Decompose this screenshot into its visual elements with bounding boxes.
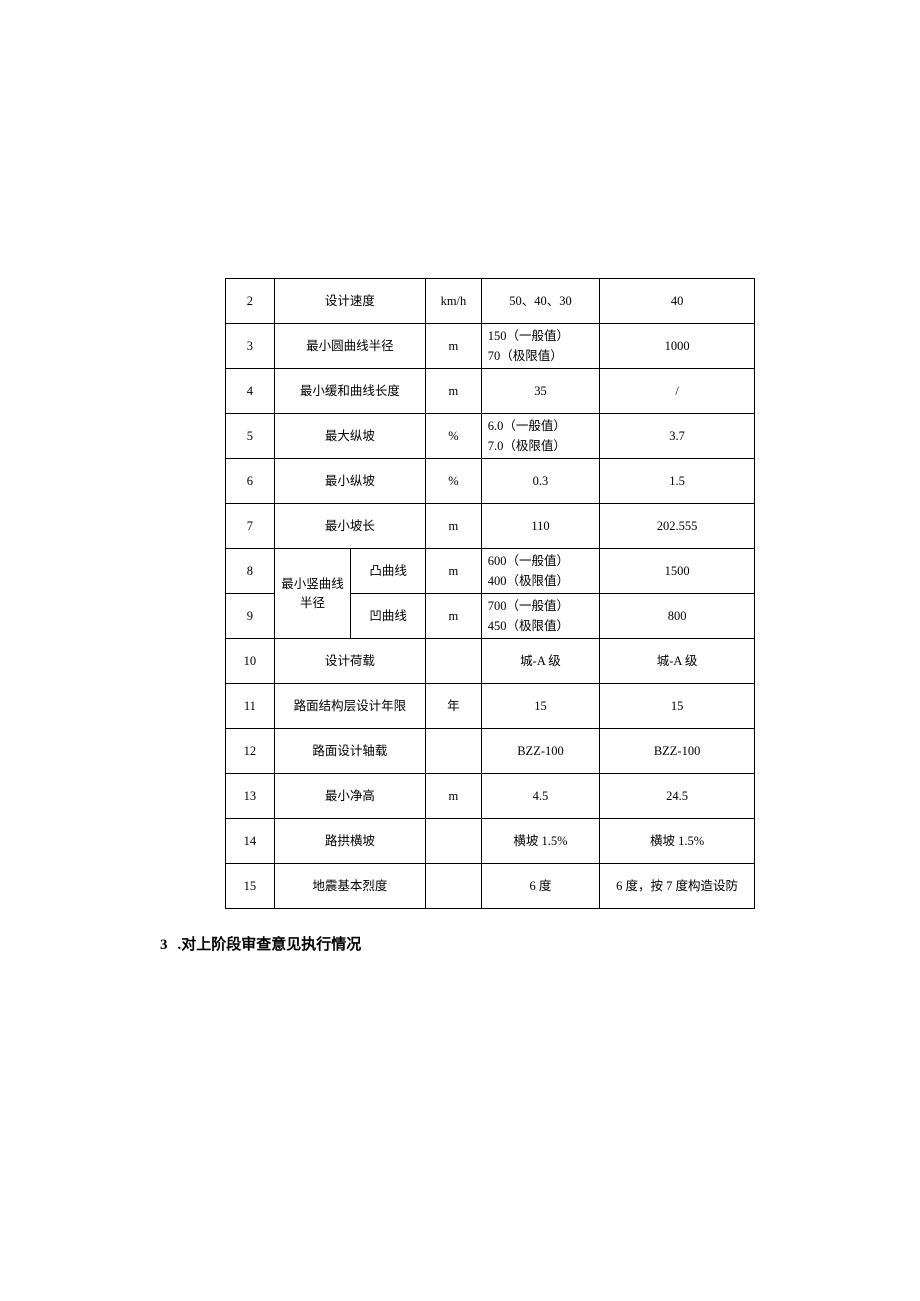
spec-line: 7.0（极限值） [488, 436, 595, 456]
merged-line: 最小竖曲线 [279, 575, 347, 594]
table-row: 5 最大纵坡 % 6.0（一般值） 7.0（极限值） 3.7 [226, 414, 755, 459]
row-unit [426, 819, 482, 864]
table-row: 3 最小圆曲线半径 m 150（一般值） 70（极限值） 1000 [226, 324, 755, 369]
table-row: 6 最小纵坡 % 0.3 1.5 [226, 459, 755, 504]
row-value: 1500 [600, 549, 755, 594]
row-unit: km/h [426, 279, 482, 324]
row-name: 最小纵坡 [274, 459, 425, 504]
row-number: 2 [226, 279, 275, 324]
spec-line: 150（一般值） [488, 326, 595, 346]
heading-number: 3 [160, 937, 168, 954]
spec-line: 600（一般值） [488, 551, 595, 571]
spec-table: 2 设计速度 km/h 50、40、30 40 3 最小圆曲线半径 m 150（… [225, 278, 755, 909]
row-number: 8 [226, 549, 275, 594]
row-value: 40 [600, 279, 755, 324]
row-name: 地震基本烈度 [274, 864, 425, 909]
table-row: 15 地震基本烈度 6 度 6 度，按 7 度构造设防 [226, 864, 755, 909]
row-spec: 50、40、30 [481, 279, 599, 324]
row-unit [426, 639, 482, 684]
heading-text: .对上阶段审查意见执行情况 [178, 937, 362, 953]
row-number: 12 [226, 729, 275, 774]
row-spec: 6 度 [481, 864, 599, 909]
row-name: 最大纵坡 [274, 414, 425, 459]
row-spec: 6.0（一般值） 7.0（极限值） [481, 414, 599, 459]
row-name: 设计荷载 [274, 639, 425, 684]
row-number: 11 [226, 684, 275, 729]
row-number: 5 [226, 414, 275, 459]
row-number: 14 [226, 819, 275, 864]
row-name: 设计速度 [274, 279, 425, 324]
row-name: 最小圆曲线半径 [274, 324, 425, 369]
row-number: 15 [226, 864, 275, 909]
table-row: 13 最小净高 m 4.5 24.5 [226, 774, 755, 819]
row-unit: m [426, 774, 482, 819]
row-name: 最小缓和曲线长度 [274, 369, 425, 414]
row-name: 路拱横坡 [274, 819, 425, 864]
row-value: 城-A 级 [600, 639, 755, 684]
row-spec: 城-A 级 [481, 639, 599, 684]
spec-line: 6.0（一般值） [488, 416, 595, 436]
row-spec: 110 [481, 504, 599, 549]
row-value: 3.7 [600, 414, 755, 459]
row-number: 10 [226, 639, 275, 684]
row-name: 路面设计轴载 [274, 729, 425, 774]
row-spec: 0.3 [481, 459, 599, 504]
spec-line: 70（极限值） [488, 346, 595, 366]
row-number: 3 [226, 324, 275, 369]
row-spec: 150（一般值） 70（极限值） [481, 324, 599, 369]
row-unit: m [426, 324, 482, 369]
row-number: 4 [226, 369, 275, 414]
row-unit: 年 [426, 684, 482, 729]
section-heading: 3 .对上阶段审查意见执行情况 [160, 933, 760, 954]
table-row: 11 路面结构层设计年限 年 15 15 [226, 684, 755, 729]
row-spec: 600（一般值） 400（极限值） [481, 549, 599, 594]
row-value: 1000 [600, 324, 755, 369]
row-unit [426, 864, 482, 909]
row-number: 7 [226, 504, 275, 549]
row-unit: m [426, 594, 482, 639]
row-name: 最小净高 [274, 774, 425, 819]
row-spec: 700（一般值） 450（极限值） [481, 594, 599, 639]
row-number: 13 [226, 774, 275, 819]
row-unit: % [426, 459, 482, 504]
row-name: 最小坡长 [274, 504, 425, 549]
row-subname: 凸曲线 [351, 549, 426, 594]
merged-line: 半径 [279, 594, 347, 613]
spec-line: 400（极限值） [488, 571, 595, 591]
row-value: BZZ-100 [600, 729, 755, 774]
table-row: 8 最小竖曲线 半径 凸曲线 m 600（一般值） 400（极限值） 1500 [226, 549, 755, 594]
row-unit: m [426, 549, 482, 594]
row-unit: % [426, 414, 482, 459]
table-row: 14 路拱横坡 横坡 1.5% 横坡 1.5% [226, 819, 755, 864]
row-value: 800 [600, 594, 755, 639]
row-name: 路面结构层设计年限 [274, 684, 425, 729]
row-spec: 35 [481, 369, 599, 414]
row-value: / [600, 369, 755, 414]
table-row: 10 设计荷载 城-A 级 城-A 级 [226, 639, 755, 684]
row-value: 横坡 1.5% [600, 819, 755, 864]
row-spec: 15 [481, 684, 599, 729]
row-name-merged: 最小竖曲线 半径 [274, 549, 351, 639]
spec-line: 700（一般值） [488, 596, 595, 616]
document-page: 2 设计速度 km/h 50、40、30 40 3 最小圆曲线半径 m 150（… [0, 0, 920, 1301]
row-value: 24.5 [600, 774, 755, 819]
table-row: 2 设计速度 km/h 50、40、30 40 [226, 279, 755, 324]
row-value: 6 度，按 7 度构造设防 [600, 864, 755, 909]
row-spec: BZZ-100 [481, 729, 599, 774]
row-unit: m [426, 369, 482, 414]
table-row: 12 路面设计轴载 BZZ-100 BZZ-100 [226, 729, 755, 774]
row-spec: 横坡 1.5% [481, 819, 599, 864]
row-unit [426, 729, 482, 774]
row-number: 6 [226, 459, 275, 504]
spec-line: 450（极限值） [488, 616, 595, 636]
row-spec: 4.5 [481, 774, 599, 819]
row-number: 9 [226, 594, 275, 639]
row-value: 15 [600, 684, 755, 729]
row-value: 202.555 [600, 504, 755, 549]
row-unit: m [426, 504, 482, 549]
row-subname: 凹曲线 [351, 594, 426, 639]
table-row: 7 最小坡长 m 110 202.555 [226, 504, 755, 549]
table-row: 4 最小缓和曲线长度 m 35 / [226, 369, 755, 414]
row-value: 1.5 [600, 459, 755, 504]
